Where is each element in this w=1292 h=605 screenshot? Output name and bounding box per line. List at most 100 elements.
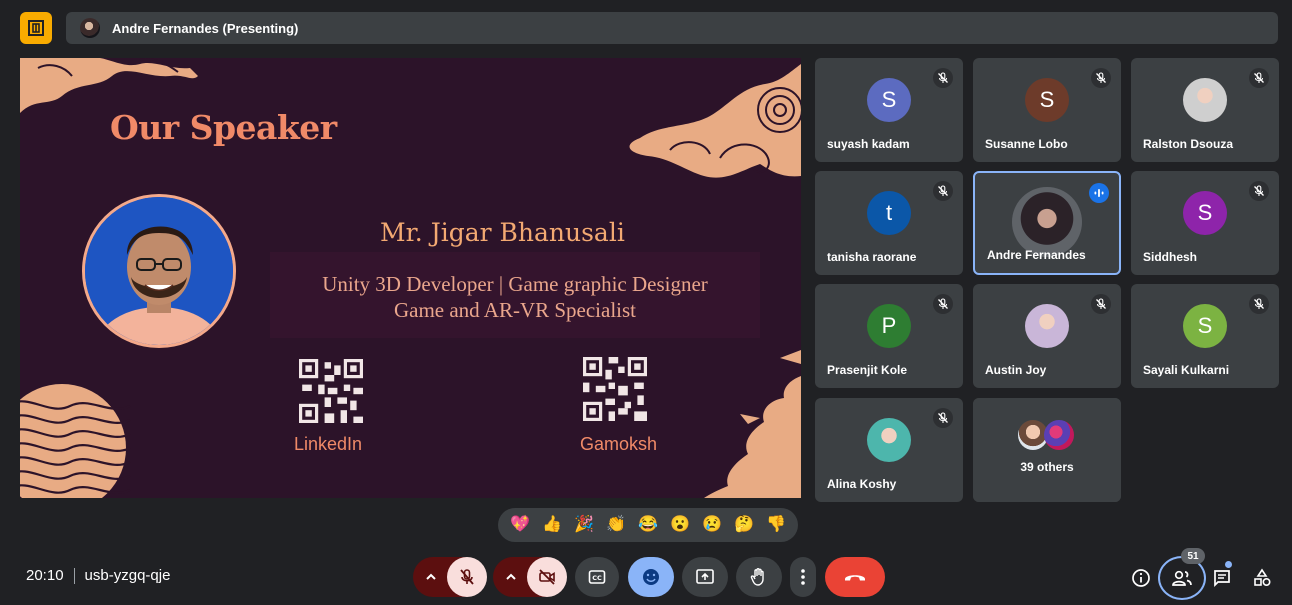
camera-off-icon [539,569,555,585]
others-avatars [1018,420,1076,452]
speaker-name: Mr. Jigar Bhanusali [380,218,625,247]
presenter-bar: Andre Fernandes (Presenting) [66,12,1278,44]
meet-window: Andre Fernandes (Presenting) Our Speaker… [0,0,1292,605]
meeting-code: usb-yzgq-qje [84,567,171,584]
reaction-emoji[interactable]: 😢 [702,515,722,535]
mic-muted-icon [1249,181,1269,201]
speaker-role-line-2: Game and AR-VR Specialist [393,298,637,322]
participant-avatar: t [867,191,911,235]
participant-tile[interactable]: S Susanne Lobo [973,58,1121,162]
mic-muted-icon [1249,294,1269,314]
participant-tile[interactable]: t tanisha raorane [815,171,963,275]
participant-tile[interactable]: Austin Joy [973,284,1121,388]
participant-avatar: P [867,304,911,348]
mic-muted-icon [933,181,953,201]
presenter-label: Andre Fernandes (Presenting) [112,20,299,36]
participant-tile[interactable]: P Prasenjit Kole [815,284,963,388]
reaction-emoji[interactable]: 💖 [510,515,530,535]
participant-avatar: S [1183,304,1227,348]
chat-notification-dot [1225,561,1232,568]
others-avatar-2 [1044,420,1074,450]
mic-toggle-button[interactable] [447,557,487,597]
meeting-time: 20:10 [26,567,64,584]
participant-tile[interactable]: Alina Koshy [815,398,963,502]
people-icon [1172,570,1192,586]
reaction-emoji[interactable]: 👍 [542,515,562,535]
shapes-icon [1254,568,1271,587]
hand-icon [750,567,764,586]
participant-name: Austin Joy [985,363,1047,377]
end-call-icon [845,575,865,581]
meeting-info: 20:10 usb-yzgq-qje [26,567,170,584]
participant-avatar [867,418,911,462]
others-tile[interactable]: 39 others [973,398,1121,502]
present-icon [696,569,714,584]
reaction-emoji[interactable]: 👎 [766,515,786,535]
reaction-bar: 💖 👍 🎉 👏 😂 😮 😢 🤔 👎 [498,508,798,542]
slide-title: Our Speaker [110,108,337,147]
mic-muted-icon [933,408,953,428]
captions-button[interactable]: CC [575,557,619,597]
participant-avatar: S [1025,78,1069,122]
mic-muted-icon [1249,68,1269,88]
raise-hand-button[interactable] [736,557,782,597]
video-options-chevron-icon[interactable] [493,557,529,597]
participant-avatar [1012,187,1082,257]
speaker-role: Unity 3D Developer | Game graphic Design… [270,271,760,323]
participant-avatar: S [1183,191,1227,235]
gamoksh-qr-code [583,357,647,421]
svg-text:CC: CC [592,574,602,582]
camera-control-group [493,557,567,597]
presentation-slide: Our Speaker Mr. Jigar Bhanusali Unity 3D… [20,58,801,498]
reaction-emoji[interactable]: 🤔 [734,515,754,535]
activities-button[interactable] [1248,564,1276,592]
captions-icon: CC [588,570,606,584]
emoji-icon [643,569,659,585]
people-count-badge: 51 [1181,548,1205,564]
participant-name: Alina Koshy [827,477,897,491]
participant-name: Ralston Dsouza [1143,137,1234,151]
participant-avatar: S [867,78,911,122]
camera-toggle-button[interactable] [527,557,567,597]
participant-name: Andre Fernandes [987,248,1086,262]
reaction-emoji[interactable]: 🎉 [574,515,594,535]
more-options-button[interactable] [790,557,816,597]
chat-button[interactable] [1208,564,1236,592]
reaction-emoji[interactable]: 😂 [638,515,658,535]
participant-tile[interactable]: S Sayali Kulkarni [1131,284,1279,388]
speaker-role-line-1: Unity 3D Developer | Game graphic Design… [322,272,708,296]
participant-name: suyash kadam [827,137,910,151]
chat-icon [1214,570,1230,588]
participant-avatar [1183,78,1227,122]
participant-name: Susanne Lobo [985,137,1068,151]
audio-options-chevron-icon[interactable] [413,557,449,597]
participant-name: Siddhesh [1143,250,1198,264]
qr-label-linkedin: LinkedIn [294,434,363,454]
leave-call-button[interactable] [825,557,885,597]
participant-name: tanisha raorane [827,250,917,264]
meeting-info-divider [73,567,75,584]
participant-tile[interactable]: Ralston Dsouza [1131,58,1279,162]
mic-off-icon [460,569,474,585]
present-screen-button[interactable] [682,557,728,597]
mic-muted-icon [1091,68,1111,88]
mic-control-group [413,557,487,597]
participant-tile[interactable]: S Siddhesh [1131,171,1279,275]
mic-muted-icon [933,68,953,88]
participant-tile[interactable]: Andre Fernandes [973,171,1121,275]
meeting-activities-icon[interactable] [20,12,52,44]
meeting-details-button[interactable] [1127,564,1155,592]
linkedin-qr-code [299,359,363,423]
qr-label-gamoksh: Gamoksh [580,434,658,454]
reactions-button[interactable] [628,557,674,597]
participant-name: Prasenjit Kole [827,363,908,377]
speaking-indicator-icon [1089,183,1109,203]
mic-muted-icon [1091,294,1111,314]
reaction-emoji[interactable]: 👏 [606,515,626,535]
participant-name: Sayali Kulkarni [1143,363,1230,377]
reaction-emoji[interactable]: 😮 [670,515,690,535]
participant-tile[interactable]: Ssuyash kadam [815,58,963,162]
more-vert-icon [801,569,805,585]
others-label: 39 others [1020,460,1074,474]
info-icon [1132,569,1150,587]
